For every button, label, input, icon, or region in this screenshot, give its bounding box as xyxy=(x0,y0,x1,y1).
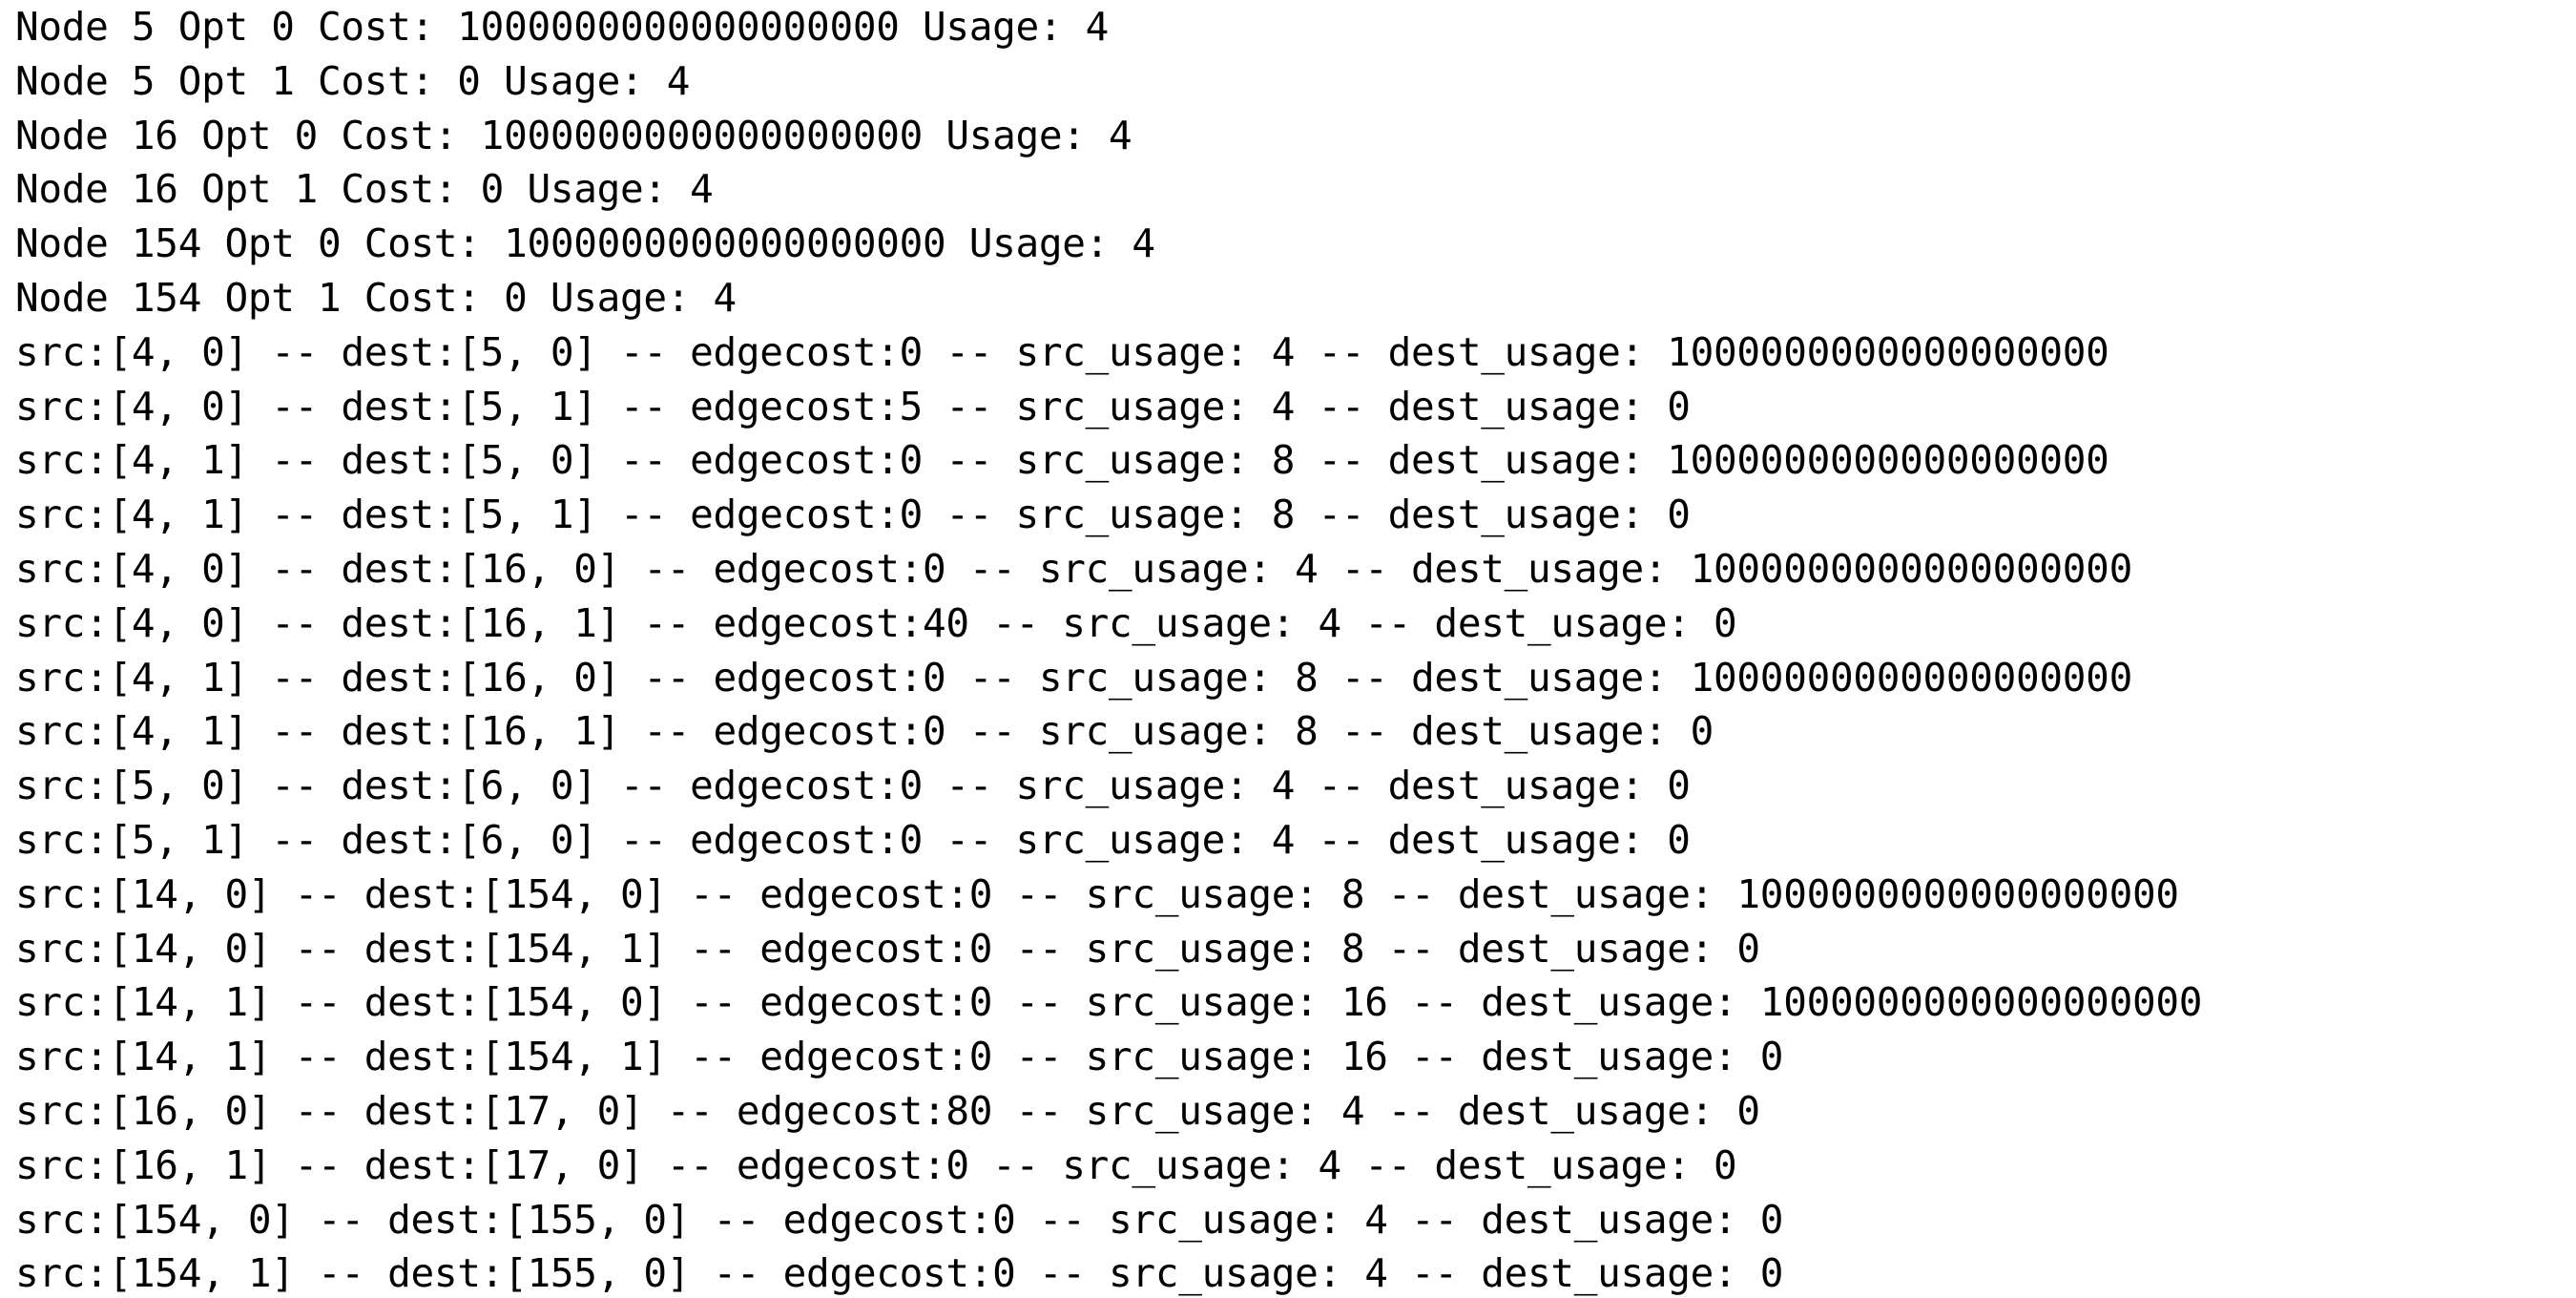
terminal-output[interactable]: Node 5 Opt 0 Cost: 1000000000000000000 U… xyxy=(15,0,2563,1298)
terminal-line: src:[4, 1] -- dest:[5, 1] -- edgecost:0 … xyxy=(15,492,1691,538)
terminal-line: src:[14, 0] -- dest:[154, 1] -- edgecost… xyxy=(15,925,1760,972)
terminal-line: src:[4, 0] -- dest:[5, 1] -- edgecost:5 … xyxy=(15,383,1691,429)
terminal-line: src:[154, 1] -- dest:[155, 0] -- edgecos… xyxy=(15,1250,1784,1297)
terminal-line: Node 154 Opt 1 Cost: 0 Usage: 4 xyxy=(15,274,737,321)
terminal-line: src:[5, 1] -- dest:[6, 0] -- edgecost:0 … xyxy=(15,816,1691,863)
terminal-line: src:[5, 0] -- dest:[6, 0] -- edgecost:0 … xyxy=(15,763,1691,809)
terminal-line: src:[16, 1] -- dest:[17, 0] -- edgecost:… xyxy=(15,1141,1737,1188)
terminal-line: Node 5 Opt 1 Cost: 0 Usage: 4 xyxy=(15,57,691,104)
terminal-line: src:[14, 1] -- dest:[154, 0] -- edgecost… xyxy=(15,979,2203,1026)
terminal-line: src:[4, 0] -- dest:[16, 0] -- edgecost:0… xyxy=(15,545,2132,592)
terminal-line: Node 154 Opt 0 Cost: 1000000000000000000… xyxy=(15,220,1155,267)
terminal-line: src:[4, 1] -- dest:[16, 0] -- edgecost:0… xyxy=(15,654,2132,701)
terminal-line: Node 5 Opt 0 Cost: 1000000000000000000 U… xyxy=(15,4,1110,50)
terminal-line: src:[14, 1] -- dest:[154, 1] -- edgecost… xyxy=(15,1034,1784,1080)
terminal-line: src:[4, 0] -- dest:[5, 0] -- edgecost:0 … xyxy=(15,328,2109,375)
terminal-line: Node 16 Opt 0 Cost: 1000000000000000000 … xyxy=(15,112,1132,158)
terminal-line: src:[4, 1] -- dest:[5, 0] -- edgecost:0 … xyxy=(15,437,2109,484)
terminal-line: Node 16 Opt 1 Cost: 0 Usage: 4 xyxy=(15,166,714,213)
terminal-line: src:[4, 0] -- dest:[16, 1] -- edgecost:4… xyxy=(15,599,1737,646)
terminal-line: src:[14, 0] -- dest:[154, 0] -- edgecost… xyxy=(15,870,2179,917)
terminal-line: src:[16, 0] -- dest:[17, 0] -- edgecost:… xyxy=(15,1087,1760,1134)
terminal-line: src:[4, 1] -- dest:[16, 1] -- edgecost:0… xyxy=(15,708,1714,755)
terminal-line: src:[154, 0] -- dest:[155, 0] -- edgecos… xyxy=(15,1196,1784,1243)
